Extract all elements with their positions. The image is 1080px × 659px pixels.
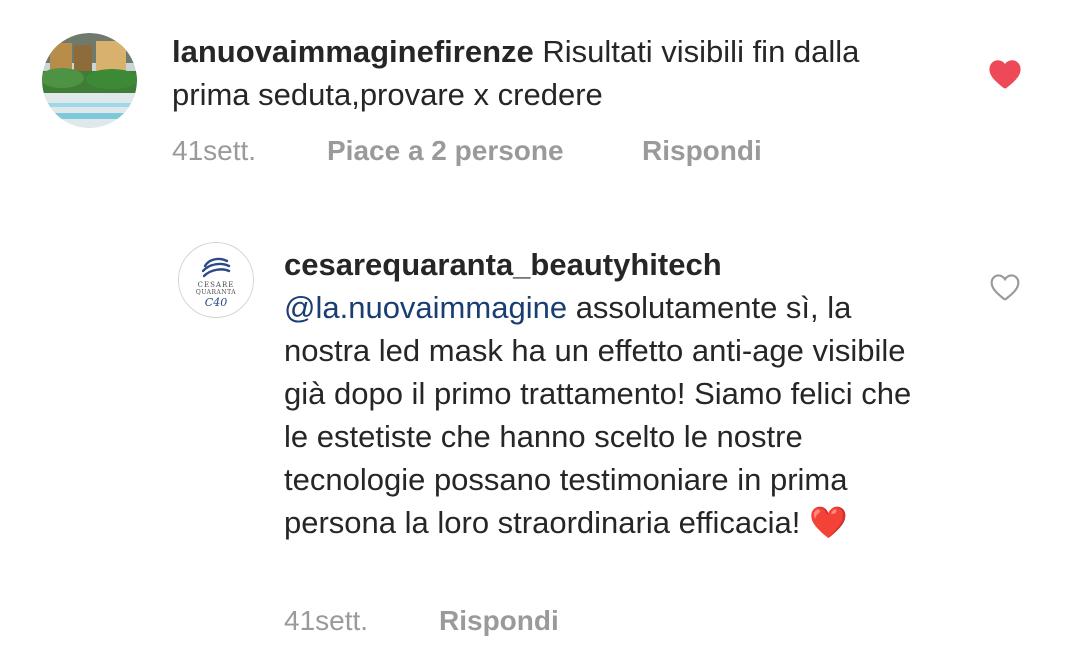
svg-text:CESARE: CESARE (198, 281, 235, 289)
reply-timestamp: 41sett. (284, 605, 369, 636)
likes-count-link[interactable]: Piace a 2 persone (327, 133, 642, 169)
avatar[interactable]: CESARE QUARANTA C40 (178, 242, 254, 318)
mention-link[interactable]: @la.nuovaimmagine (284, 290, 567, 325)
heart-filled-icon (989, 60, 1021, 89)
like-button[interactable] (989, 272, 1021, 302)
avatar[interactable] (42, 33, 137, 128)
like-button[interactable] (988, 58, 1022, 90)
reply-item: CESARE QUARANTA C40 cesarequaranta_beaut… (0, 230, 1080, 659)
reply-meta: 41sett. Rispondi (284, 603, 559, 639)
brand-logo-icon: CESARE QUARANTA C40 (180, 244, 252, 316)
comment-timestamp: 41sett. (172, 135, 257, 166)
reply-body: cesarequaranta_beautyhitech @la.nuovaimm… (284, 243, 916, 544)
comment-meta: 41sett. Piace a 2 persone Rispondi (172, 133, 762, 169)
reply-button[interactable]: Rispondi (642, 133, 762, 169)
comment-item: lanuovaimmaginefirenze Risultati visibil… (0, 0, 1080, 190)
reply-button[interactable]: Rispondi (439, 603, 559, 639)
svg-text:C40: C40 (205, 296, 227, 309)
comment-body: lanuovaimmaginefirenze Risultati visibil… (172, 30, 922, 116)
storefront-photo-icon (42, 33, 137, 128)
svg-text:QUARANTA: QUARANTA (196, 289, 236, 296)
reply-username[interactable]: cesarequaranta_beautyhitech (284, 247, 722, 282)
comment-username[interactable]: lanuovaimmaginefirenze (172, 34, 534, 69)
reply-text: assolutamente sì, la nostra led mask ha … (284, 290, 912, 540)
heart-outline-icon (990, 274, 1020, 301)
